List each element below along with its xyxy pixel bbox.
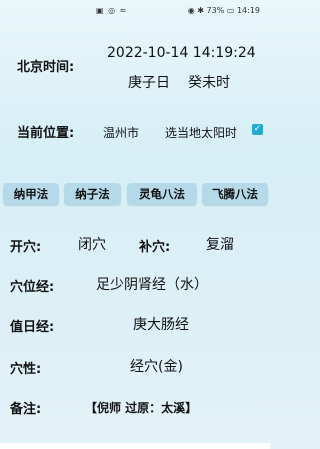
kaixue-label: 开穴: [10,240,42,255]
bottom-bar [0,443,270,449]
note-value: 【倪师 过原：太溪】 [85,401,198,415]
location-label: 当前位置: [17,126,75,141]
meridian-label: 穴位经: [10,280,55,295]
acupoint-nature-value: 经穴(金) [130,359,183,375]
day-ganzhi: 庚子日 [128,75,170,91]
hour-ganzhi: 癸未时 [188,75,230,91]
location-city[interactable]: 温州市 [103,124,139,141]
method-linggui-button[interactable]: 灵龟八法 [127,183,197,205]
method-feiteng-button[interactable]: 飞腾八法 [202,183,268,205]
status-right-info: ◉ ✱ 73% ▭ 14:19 [187,6,260,15]
status-bar: ▣ ◎ ≈ ◉ ✱ 73% ▭ 14:19 [0,6,270,20]
buxue-label: 补穴: [139,240,171,255]
solar-time-option-label: 选当地太阳时 [165,126,238,140]
method-najia-button[interactable]: 纳甲法 [3,183,59,205]
duty-meridian-label: 值日经: [10,320,55,335]
note-label: 备注: [10,402,42,417]
kaixue-value: 闭穴 [78,237,106,253]
duty-meridian-value: 庚大肠经 [133,317,189,333]
method-nazi-button[interactable]: 纳子法 [64,183,121,205]
buxue-value: 复溜 [206,237,234,253]
meridian-value: 足少阴肾经（水） [96,277,208,293]
datetime-value: 2022-10-14 14:19:24 [107,45,256,61]
status-left-icons: ▣ ◎ ≈ [96,6,128,15]
acupoint-nature-label: 穴性: [10,362,42,377]
beijing-time-label: 北京时间: [17,60,75,75]
solar-time-checkbox[interactable]: ✓ [252,124,263,135]
